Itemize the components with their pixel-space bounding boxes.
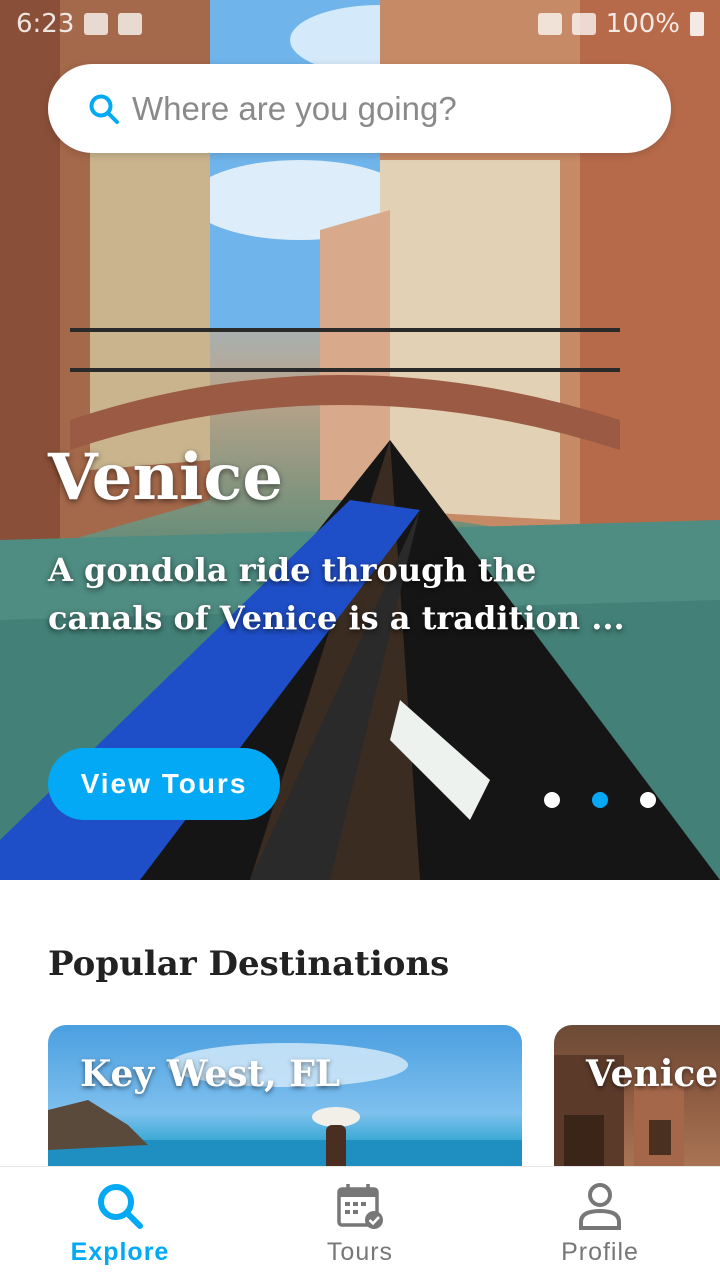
venice-image <box>554 1055 684 1185</box>
status-time: 6:23 <box>16 9 75 39</box>
key-west-image <box>48 1043 522 1185</box>
search-bar[interactable] <box>48 64 671 153</box>
hero-description: A gondola ride through the canals of Ven… <box>48 551 625 637</box>
hero-banner[interactable]: 6:23 100% Venice A gondola ride through … <box>0 0 720 880</box>
search-input[interactable] <box>132 89 632 128</box>
notification-icon <box>84 13 109 35</box>
carousel-dot[interactable] <box>544 792 560 808</box>
carousel-dot-active[interactable] <box>592 792 608 808</box>
nav-item-profile[interactable]: Profile <box>480 1167 720 1280</box>
nav-label: Profile <box>561 1238 639 1266</box>
nav-item-tours[interactable]: Tours <box>240 1167 480 1280</box>
card-label: Venice <box>586 1053 719 1095</box>
carousel-dot[interactable] <box>640 792 656 808</box>
battery-icon <box>690 12 704 36</box>
card-label: Key West, FL <box>80 1053 341 1095</box>
battery-percent: 100% <box>605 9 680 39</box>
notification-icon <box>118 13 143 35</box>
status-bar: 6:23 100% <box>0 0 720 48</box>
nav-item-explore[interactable]: Explore <box>0 1167 240 1280</box>
calendar-check-icon <box>337 1184 383 1229</box>
search-icon <box>98 1184 143 1229</box>
nav-label: Tours <box>326 1238 394 1266</box>
nav-label: Explore <box>70 1238 170 1266</box>
destination-card-key-west[interactable]: Key West, FL <box>48 1025 522 1185</box>
signal-icon <box>571 13 596 35</box>
section-title: Popular Destinations <box>48 944 450 984</box>
search-icon <box>89 94 119 124</box>
hero-title: Venice <box>48 440 284 515</box>
view-tours-button[interactable]: View Tours <box>48 748 280 820</box>
wifi-icon <box>537 13 562 35</box>
person-icon <box>579 1183 621 1230</box>
bottom-navigation: Explore Tours Profile <box>0 1166 720 1280</box>
carousel-indicator <box>544 792 656 808</box>
destination-card-venice[interactable]: Venice <box>554 1025 720 1185</box>
